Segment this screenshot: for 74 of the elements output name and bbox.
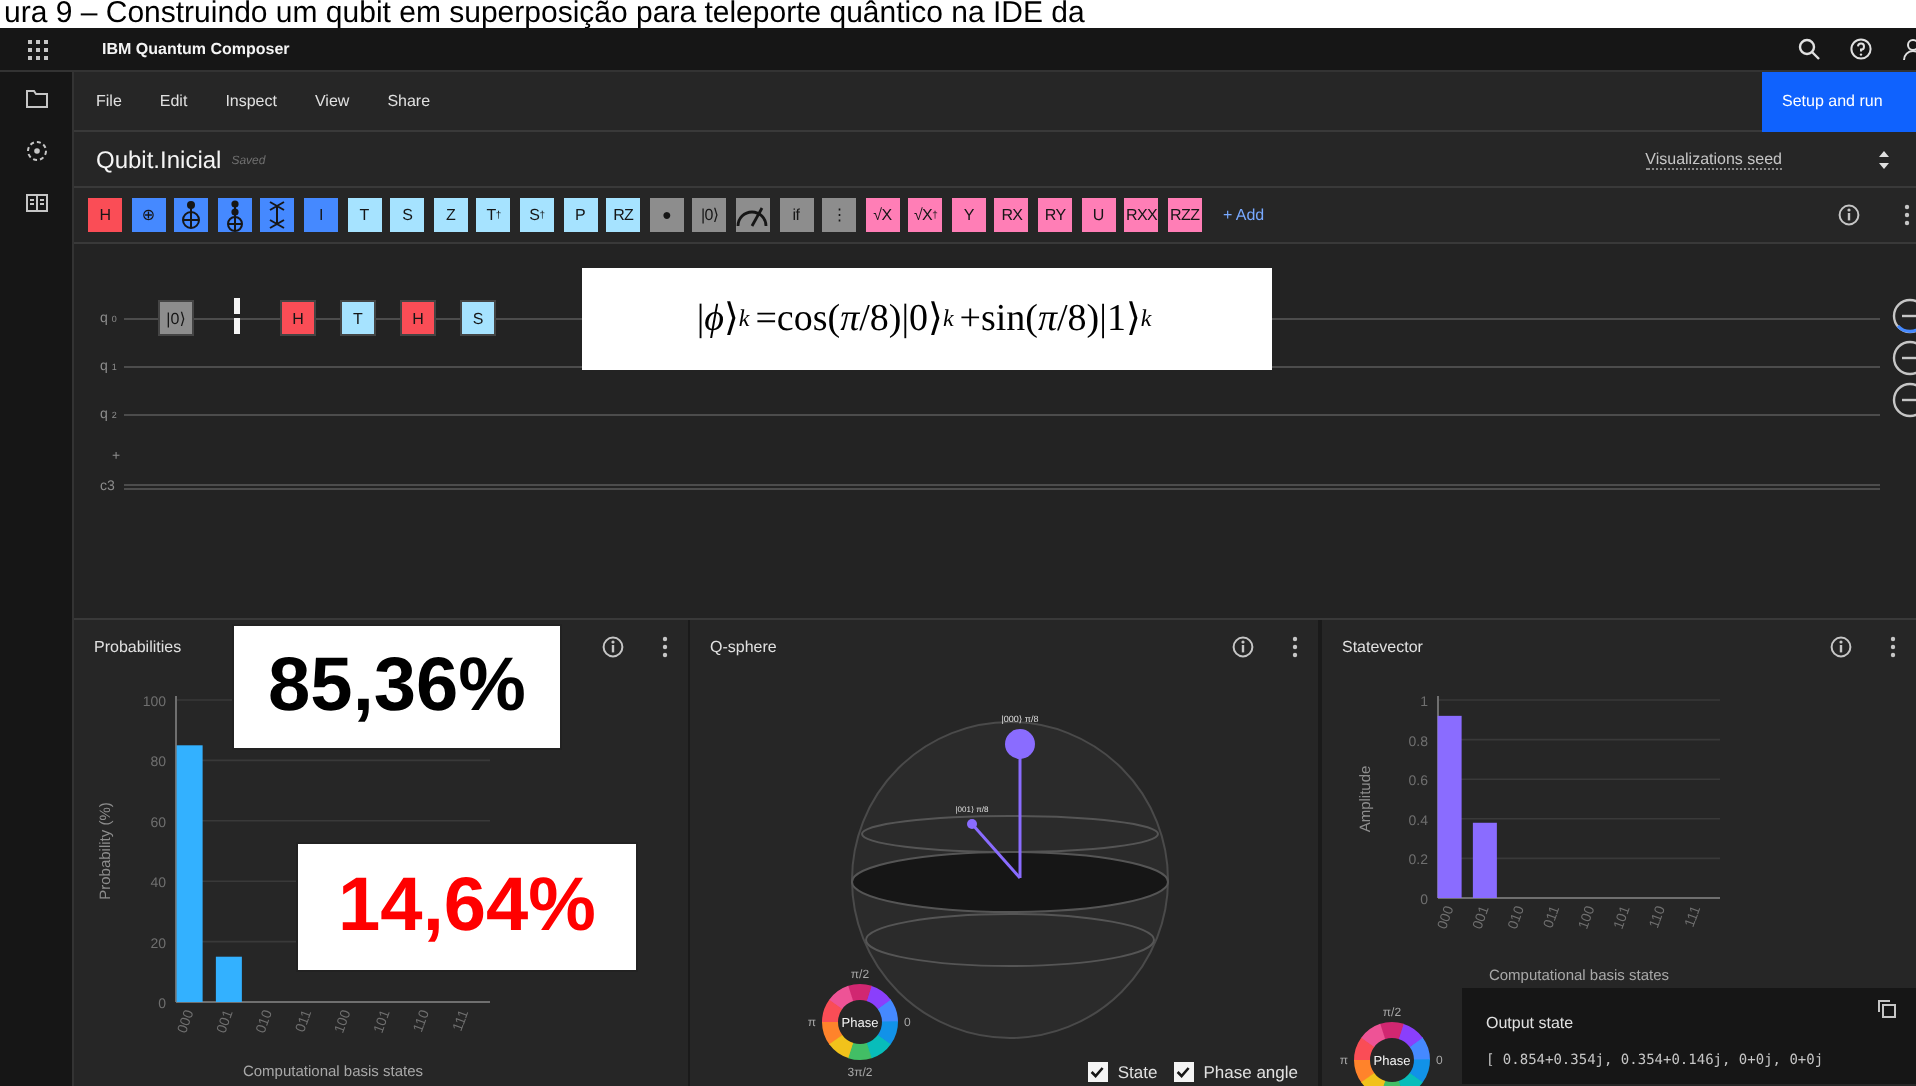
- gate-button[interactable]: [217, 198, 252, 232]
- output-title: Output state: [1486, 1014, 1574, 1032]
- setup-and-run-button[interactable]: Setup and run: [1762, 71, 1916, 131]
- gate-button[interactable]: S: [390, 198, 425, 232]
- gate-button[interactable]: √X: [865, 198, 900, 232]
- controlled-not-icon: [180, 200, 203, 230]
- gate-button[interactable]: Y: [951, 198, 986, 232]
- percentage-callout: 14,64%: [296, 842, 638, 972]
- copy-icon[interactable]: [1878, 1000, 1896, 1018]
- bar: [215, 956, 242, 1002]
- overflow-menu-icon[interactable]: [1292, 635, 1298, 657]
- gate-button[interactable]: RY: [1038, 198, 1073, 232]
- menu-item[interactable]: Edit: [159, 92, 188, 110]
- side-panel-icon[interactable]: [25, 194, 47, 212]
- gate-button[interactable]: ⋮: [822, 198, 857, 232]
- info-icon[interactable]: [602, 635, 624, 657]
- sort-arrows-icon[interactable]: [1878, 149, 1890, 169]
- gate-button[interactable]: [260, 198, 295, 232]
- checkbox-label: Phase angle: [1203, 1062, 1298, 1082]
- swap-icon: [268, 200, 287, 230]
- gate-button[interactable]: U: [1081, 198, 1116, 232]
- gate-button[interactable]: I: [303, 198, 338, 232]
- gate-button[interactable]: RX: [994, 198, 1029, 232]
- phase-wheel: [1354, 1022, 1430, 1086]
- app-title: IBM Quantum Composer: [102, 40, 290, 58]
- circuit-gate[interactable]: S: [460, 300, 496, 336]
- circuit-gate[interactable]: H: [280, 300, 316, 336]
- menu-item[interactable]: Inspect: [225, 92, 277, 110]
- dashed-circle-icon[interactable]: [25, 140, 47, 162]
- overflow-menu-icon[interactable]: [1904, 204, 1910, 226]
- search-icon[interactable]: [1798, 38, 1820, 60]
- checkbox-label: State: [1117, 1062, 1158, 1082]
- menu-item[interactable]: File: [96, 92, 122, 110]
- menu-item[interactable]: View: [314, 92, 350, 110]
- circuit-gate[interactable]: |0⟩: [158, 300, 194, 336]
- gate-button[interactable]: [735, 198, 770, 232]
- folder-icon[interactable]: [25, 90, 47, 108]
- percentage-callout: 85,36%: [232, 624, 562, 750]
- info-icon[interactable]: [1830, 635, 1852, 657]
- gate-button[interactable]: ⊕: [131, 198, 166, 232]
- bar: [1472, 822, 1497, 898]
- circuit-gate[interactable]: T: [340, 300, 376, 336]
- info-icon[interactable]: [1838, 204, 1860, 226]
- gate-button[interactable]: ●: [649, 198, 684, 232]
- measure-icon: [736, 202, 769, 228]
- gate-button[interactable]: T: [347, 198, 382, 232]
- barrier-marker[interactable]: [234, 298, 240, 338]
- checkbox[interactable]: [1173, 1062, 1194, 1082]
- app-switcher-icon[interactable]: [27, 39, 47, 59]
- circuit-gate[interactable]: H: [400, 300, 436, 336]
- toffoli-icon: [223, 199, 246, 231]
- gate-button[interactable]: Z: [433, 198, 468, 232]
- help-icon[interactable]: [1850, 38, 1872, 60]
- gate-button[interactable]: P: [563, 198, 598, 232]
- panel-title: Probabilities: [94, 637, 182, 655]
- overflow-menu-icon[interactable]: [1890, 635, 1896, 657]
- gate-button[interactable]: if: [779, 198, 813, 232]
- panel-title: Statevector: [1342, 637, 1423, 655]
- gate-button[interactable]: [174, 198, 209, 232]
- phase-wheel: [822, 984, 898, 1060]
- menu-item[interactable]: Share: [387, 92, 431, 110]
- gate-button[interactable]: RZZ: [1167, 198, 1202, 232]
- gate-button[interactable]: RXX: [1124, 198, 1159, 232]
- panel-title: Q-sphere: [710, 637, 777, 655]
- circuit-name[interactable]: Qubit.Inicial: [96, 145, 222, 173]
- gate-button[interactable]: H: [88, 198, 122, 232]
- figure-caption: ura 9 – Construindo um qubit em superposição para teleporte quântico na IDE da: [0, 0, 1916, 28]
- visualizations-seed-link[interactable]: Visualizations seed: [1645, 149, 1782, 169]
- gate-button[interactable]: |0⟩: [692, 198, 727, 232]
- gate-button[interactable]: RZ: [606, 198, 641, 232]
- info-icon[interactable]: [1232, 635, 1254, 657]
- add-gate-link[interactable]: + Add: [1222, 206, 1265, 224]
- overflow-menu-icon[interactable]: [662, 635, 668, 657]
- checkbox[interactable]: [1087, 1062, 1108, 1082]
